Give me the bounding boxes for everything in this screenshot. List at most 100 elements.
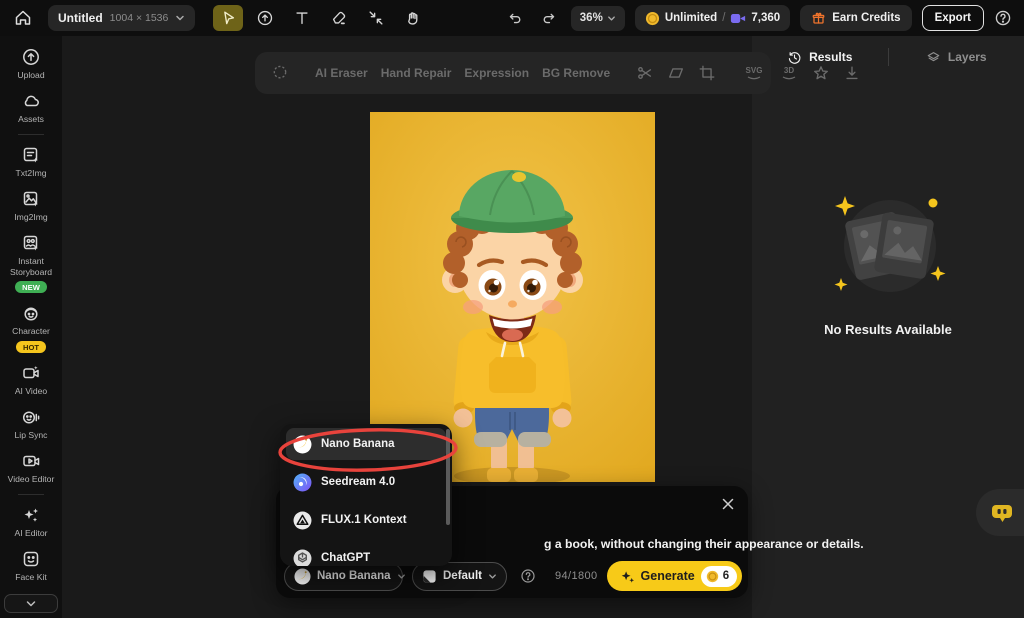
hot-badge: HOT xyxy=(16,341,46,353)
generate-button[interactable]: Generate 6 xyxy=(607,561,743,591)
video-editor-icon xyxy=(21,451,41,471)
select-tool-button[interactable] xyxy=(213,5,243,31)
sidebar-collapse-button[interactable] xyxy=(4,594,58,613)
sidebar-item-assets[interactable]: Assets xyxy=(1,91,61,125)
chatgpt-icon xyxy=(293,549,312,567)
chevron-down-icon xyxy=(607,14,616,23)
chevron-down-icon xyxy=(488,572,497,581)
chevron-down-icon xyxy=(25,598,37,610)
text-tool-button[interactable] xyxy=(287,5,317,31)
nano-banana-icon xyxy=(293,435,312,454)
sidebar-item-instant-storyboard[interactable]: Instant Storyboard NEW xyxy=(1,233,61,293)
export-label: Export xyxy=(935,12,971,24)
model-option-chatgpt[interactable]: ChatGPT xyxy=(286,542,446,566)
generate-cost-badge: 6 xyxy=(701,566,737,587)
3d-icon[interactable]: 3D xyxy=(779,64,799,82)
nano-banana-icon xyxy=(294,568,311,585)
history-icon xyxy=(787,50,802,65)
svg-text:3D: 3D xyxy=(784,66,794,75)
crop-icon[interactable] xyxy=(698,64,716,82)
hand-repair-button[interactable]: Hand Repair xyxy=(381,66,452,80)
gift-icon xyxy=(811,11,826,26)
text-icon xyxy=(293,9,311,27)
cloud-icon xyxy=(21,91,41,111)
model-option-seedream[interactable]: Seedream 4.0 xyxy=(286,466,446,498)
sidebar-item-img2img[interactable]: Img2Img xyxy=(1,189,61,223)
sidebar-item-upload[interactable]: Upload xyxy=(1,47,61,81)
dropdown-scrollbar[interactable] xyxy=(446,429,450,525)
zoom-level-select[interactable]: 36% xyxy=(571,6,625,31)
cursor-icon xyxy=(219,9,237,27)
magic-select-icon[interactable] xyxy=(271,64,289,82)
left-sidebar: Upload Assets Txt2Img Img2Img Instant St… xyxy=(0,36,62,618)
earn-credits-label: Earn Credits xyxy=(832,12,900,24)
document-title-menu[interactable]: Untitled 1004 × 1536 xyxy=(48,5,195,31)
chevron-down-icon xyxy=(175,13,185,23)
canvas-dimensions: 1004 × 1536 xyxy=(110,12,169,24)
results-empty-state: No Results Available xyxy=(752,186,1024,337)
sidebar-divider xyxy=(18,494,44,495)
sidebar-divider xyxy=(18,134,44,135)
character-counter: 94/1800 xyxy=(555,570,598,582)
sidebar-item-face-kit[interactable]: Face Kit xyxy=(1,549,61,583)
bg-remove-button[interactable]: BG Remove xyxy=(542,66,610,80)
ai-video-icon xyxy=(21,363,41,383)
app-window: Untitled 1004 × 1536 xyxy=(0,0,1024,618)
sidebar-item-ai-editor[interactable]: AI Editor xyxy=(1,505,61,539)
character-icon xyxy=(21,303,41,323)
support-chat-button[interactable] xyxy=(976,489,1024,536)
canvas-toolbar: AI Eraser Hand Repair Expression BG Remo… xyxy=(255,52,771,94)
favorite-star-icon[interactable] xyxy=(812,64,830,82)
sparkles-icon xyxy=(21,505,41,525)
tab-layers[interactable]: Layers xyxy=(889,50,1024,65)
expression-button[interactable]: Expression xyxy=(464,66,529,80)
sidebar-item-character[interactable]: Character HOT xyxy=(1,303,61,353)
credits-amount: 7,360 xyxy=(751,12,780,24)
upload-circle-icon xyxy=(256,9,274,27)
model-dropdown-menu: Nano Banana Seedream 4.0 FLUX.1 Kontext … xyxy=(280,424,452,566)
prompt-help-icon[interactable] xyxy=(520,568,536,585)
home-icon[interactable] xyxy=(12,7,34,29)
topbar-right-group: 36% Unlimited / 7,360 Ea xyxy=(503,5,1012,31)
eraser-tool-button[interactable] xyxy=(324,5,354,31)
video-credits-icon xyxy=(730,12,746,25)
sidebar-item-video-editor[interactable]: Video Editor xyxy=(1,451,61,485)
sidebar-item-txt2img[interactable]: Txt2Img xyxy=(1,145,61,179)
storyboard-icon xyxy=(21,233,41,253)
tool-group xyxy=(213,5,428,31)
export-button[interactable]: Export xyxy=(922,5,984,31)
collapse-tool-button[interactable] xyxy=(361,5,391,31)
model-option-flux[interactable]: FLUX.1 Kontext xyxy=(286,504,446,536)
redo-button[interactable] xyxy=(537,6,561,30)
tab-results[interactable]: Results xyxy=(752,50,888,65)
chevron-down-icon xyxy=(397,572,406,581)
model-option-nano-banana[interactable]: Nano Banana xyxy=(286,428,446,460)
svg-export-icon[interactable]: SVG xyxy=(742,64,766,82)
no-results-illustration xyxy=(814,186,962,304)
upload-tool-button[interactable] xyxy=(250,5,280,31)
seedream-icon xyxy=(293,473,312,492)
eraser-icon xyxy=(330,9,348,27)
coin-icon xyxy=(706,570,719,583)
credits-status[interactable]: Unlimited / 7,360 xyxy=(635,5,790,31)
close-icon[interactable] xyxy=(719,495,737,513)
sidebar-item-lip-sync[interactable]: Lip Sync xyxy=(1,407,61,441)
download-icon[interactable] xyxy=(843,64,861,82)
chat-bubble-icon xyxy=(989,500,1015,526)
credits-separator: / xyxy=(722,12,725,24)
svg-text:SVG: SVG xyxy=(746,66,763,75)
hand-tool-button[interactable] xyxy=(398,5,428,31)
scissors-icon[interactable] xyxy=(636,64,654,82)
undo-button[interactable] xyxy=(503,6,527,30)
credits-plan: Unlimited xyxy=(665,12,717,24)
face-kit-icon xyxy=(21,549,41,569)
help-icon[interactable] xyxy=(994,9,1012,27)
document-title: Untitled xyxy=(58,11,103,25)
style-frame-icon xyxy=(422,569,437,584)
prompt-text[interactable]: g a book, without changing their appeara… xyxy=(544,537,864,551)
earn-credits-button[interactable]: Earn Credits xyxy=(800,5,911,31)
new-badge: NEW xyxy=(15,281,47,293)
skew-icon[interactable] xyxy=(667,64,685,82)
ai-eraser-button[interactable]: AI Eraser xyxy=(315,66,368,80)
sidebar-item-ai-video[interactable]: AI Video xyxy=(1,363,61,397)
